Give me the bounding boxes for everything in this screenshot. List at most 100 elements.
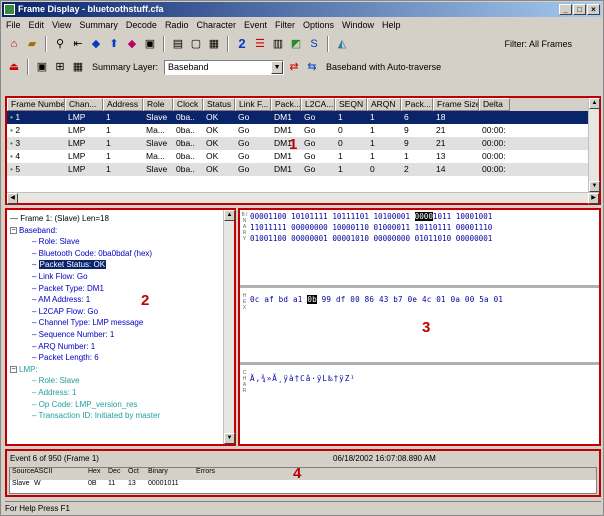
find-icon[interactable]: ⚲ — [52, 36, 68, 52]
binary-byte[interactable]: 10101111 — [291, 212, 328, 221]
menu-event[interactable]: Event — [244, 18, 267, 32]
col-status[interactable]: Status — [203, 98, 235, 111]
open-folder-icon[interactable]: ▰ — [24, 36, 40, 52]
binary-byte[interactable]: 00001110 — [456, 223, 493, 232]
menu-character[interactable]: Character — [196, 18, 236, 32]
table-row[interactable]: • 2 LMP 1 Ma... 0ba.. OK Go DM1 Go 0 1 9 21 00:00: — [7, 124, 599, 137]
col-arqn[interactable]: ARQN — [367, 98, 401, 111]
summary-hscroll[interactable]: ◀ ▶ — [7, 192, 599, 204]
minimize-button[interactable]: _ — [559, 4, 572, 15]
col-channel[interactable]: Chan... — [65, 98, 103, 111]
col-address[interactable]: Address — [103, 98, 143, 111]
decode-vscroll[interactable]: ▲ ▼ — [223, 210, 235, 444]
binary-byte[interactable]: 01011010 — [415, 234, 452, 243]
hex-byte[interactable]: a1 — [293, 295, 303, 304]
tree-field[interactable]: – Address: 1 — [32, 387, 160, 399]
menu-file[interactable]: File — [6, 18, 21, 32]
event-row[interactable]: Slave W 0B 11 13 00001011 — [10, 480, 596, 492]
binary-byte[interactable]: 10000110 — [332, 223, 369, 232]
tree-field[interactable]: – Packet Length: 6 — [32, 352, 160, 364]
col-packet-len[interactable]: Pack... — [401, 98, 433, 111]
maximize-button[interactable]: □ — [573, 4, 586, 15]
col-link-flow[interactable]: Link F... — [235, 98, 271, 111]
columns-icon[interactable]: ▥ — [270, 36, 286, 52]
tree-field[interactable]: – Channel Type: LMP message — [32, 317, 160, 329]
traverse-icon[interactable]: ⇄ — [286, 59, 302, 75]
hex-byte[interactable]: 01 — [436, 295, 446, 304]
col-source[interactable]: Source — [10, 468, 34, 480]
table-row[interactable]: • 4 LMP 1 Ma... 0ba.. OK Go DM1 Go 1 1 1 13 00:00: — [7, 150, 599, 163]
up-frame-icon[interactable]: ⬆ — [106, 36, 122, 52]
col-hex[interactable]: Hex — [86, 468, 106, 480]
binary-byte[interactable]: 10001001 — [456, 212, 493, 221]
hex-byte[interactable]: 86 — [365, 295, 375, 304]
scroll-right-icon[interactable]: ▶ — [588, 193, 599, 204]
col-seqn[interactable]: SEQN — [335, 98, 367, 111]
layout-icon[interactable]: ☰ — [252, 36, 268, 52]
bookmark-icon[interactable]: ◆ — [124, 36, 140, 52]
dropdown-arrow-icon[interactable]: ▼ — [271, 60, 284, 74]
col-frame-number[interactable]: Frame Number — [7, 98, 65, 111]
summary-vscroll[interactable]: ▲ ▼ — [588, 98, 600, 192]
traverse-back-icon[interactable]: ⇆ — [304, 59, 320, 75]
home-icon[interactable]: ⌂ — [6, 36, 22, 52]
col-role[interactable]: Role — [143, 98, 173, 111]
binary-byte[interactable]: 10110111 — [415, 223, 452, 232]
menu-filter[interactable]: Filter — [275, 18, 295, 32]
tree-field[interactable]: – Packet Status: OK — [32, 259, 160, 271]
binary-byte[interactable]: 01001100 — [250, 234, 287, 243]
hex-byte[interactable]: 43 — [379, 295, 389, 304]
hex-byte[interactable]: 0e — [408, 295, 418, 304]
scroll-up-icon[interactable]: ▲ — [224, 210, 235, 221]
scroll-down-icon[interactable]: ▼ — [224, 433, 235, 444]
menu-view[interactable]: View — [52, 18, 71, 32]
stats-icon[interactable]: S — [306, 36, 322, 52]
binary-byte[interactable]: 0000 — [414, 212, 433, 221]
hex-byte[interactable]: 0c — [250, 295, 260, 304]
hex-byte[interactable]: 0b — [307, 295, 317, 304]
col-frame-size[interactable]: Frame Size — [433, 98, 479, 111]
hex-byte[interactable]: bd — [279, 295, 289, 304]
hex-byte[interactable]: 00 — [465, 295, 475, 304]
binary-byte[interactable]: 00000001 — [291, 234, 328, 243]
binary-byte[interactable]: 10111101 — [332, 212, 369, 221]
tree-field[interactable]: – Transaction ID: Initiated by master — [32, 410, 160, 422]
binary-byte[interactable]: 01000011 — [373, 223, 410, 232]
col-packet-type[interactable]: Pack... — [271, 98, 301, 111]
collapse-icon[interactable]: − — [10, 366, 17, 374]
binary-byte[interactable]: 11011111 — [250, 223, 287, 232]
hex-byte[interactable]: 0a — [451, 295, 461, 304]
menu-decode[interactable]: Decode — [126, 18, 157, 32]
hex-byte[interactable]: b7 — [393, 295, 403, 304]
col-ascii[interactable]: ASCII — [32, 468, 86, 480]
scroll-down-icon[interactable]: ▼ — [589, 181, 600, 192]
menu-summary[interactable]: Summary — [79, 18, 118, 32]
hex-byte[interactable]: af — [264, 295, 274, 304]
hex-byte[interactable]: 99 — [322, 295, 332, 304]
col-oct[interactable]: Oct — [126, 468, 146, 480]
binary-byte[interactable]: 10100001 — [373, 212, 410, 221]
col-dec[interactable]: Dec — [106, 468, 126, 480]
summary-layer-select[interactable]: Baseband ▼ — [164, 59, 285, 75]
prev-frame-icon[interactable]: ◆ — [88, 36, 104, 52]
scroll-left-icon[interactable]: ◀ — [7, 193, 18, 204]
tree-field[interactable]: – Role: Slave — [32, 375, 160, 387]
hex-byte[interactable]: 4c — [422, 295, 432, 304]
binary-byte[interactable]: 1011 — [433, 212, 451, 221]
binary-byte[interactable]: 00001100 — [250, 212, 287, 221]
col-errors[interactable]: Errors — [194, 468, 254, 480]
tree-field[interactable]: – Bluetooth Code: 0ba0bdaf (hex) — [32, 248, 160, 260]
hex-byte[interactable]: df — [336, 295, 346, 304]
binary-byte[interactable]: 00000000 — [291, 223, 328, 232]
col-l2cap[interactable]: L2CA... — [301, 98, 335, 111]
col-binary[interactable]: Binary — [146, 468, 194, 480]
binary-byte[interactable]: 00000001 — [456, 234, 493, 243]
tree-field[interactable]: – Op Code: LMP_version_res — [32, 399, 160, 411]
menu-help[interactable]: Help — [382, 18, 401, 32]
eject-icon[interactable]: ⏏ — [6, 59, 22, 75]
menu-edit[interactable]: Edit — [29, 18, 45, 32]
menu-options[interactable]: Options — [303, 18, 334, 32]
tree-field[interactable]: – Role: Slave — [32, 236, 160, 248]
close-button[interactable]: × — [587, 4, 600, 15]
save-icon[interactable]: ▣ — [34, 59, 50, 75]
